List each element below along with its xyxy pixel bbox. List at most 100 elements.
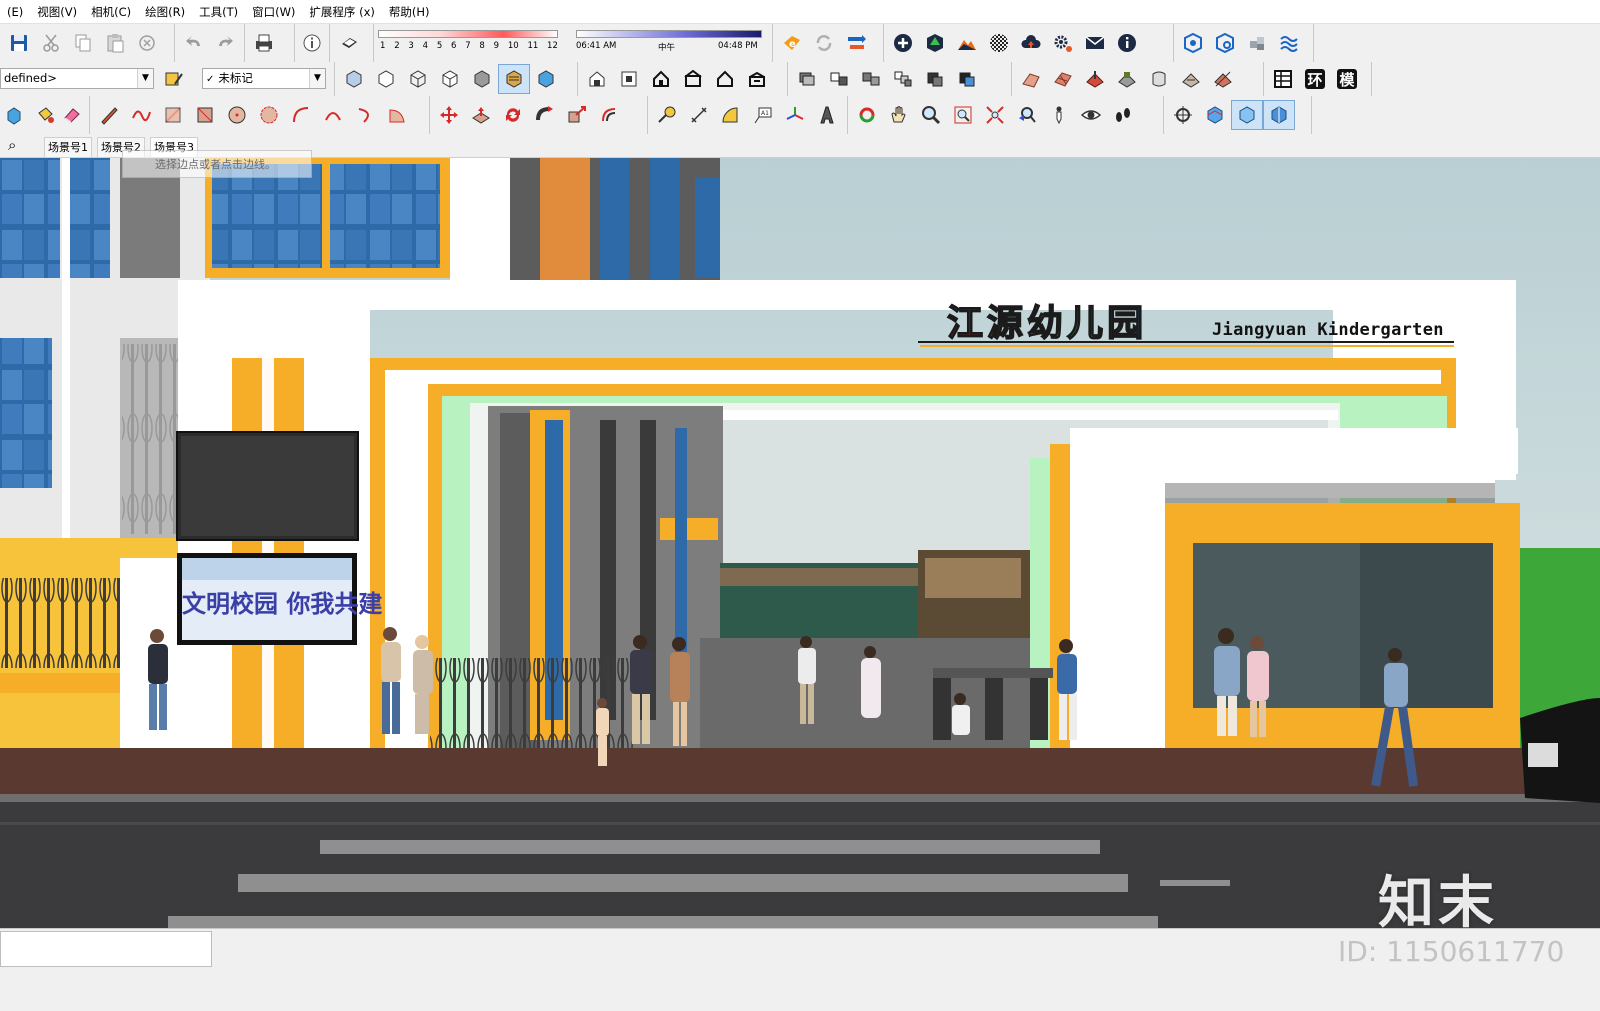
refresh-button[interactable] xyxy=(808,28,840,58)
sandbox-detail-button[interactable] xyxy=(1175,64,1207,94)
ext-gem2-button[interactable] xyxy=(1209,28,1241,58)
undo-button[interactable] xyxy=(178,28,210,58)
3d-text-button[interactable] xyxy=(811,100,843,130)
month-bar[interactable] xyxy=(378,30,558,38)
sandbox-grid-button[interactable] xyxy=(1047,64,1079,94)
zoom-extents-button[interactable] xyxy=(979,100,1011,130)
ext-e-button[interactable]: e xyxy=(776,28,808,58)
sandbox-flip-button[interactable] xyxy=(1207,64,1239,94)
delete-button[interactable] xyxy=(131,28,163,58)
component-d-button[interactable] xyxy=(887,64,919,94)
shadows-toggle-button[interactable] xyxy=(333,28,365,58)
transfer-button[interactable] xyxy=(840,28,872,58)
right-view-button[interactable] xyxy=(677,64,709,94)
shaded-button[interactable] xyxy=(466,64,498,94)
add-button[interactable] xyxy=(887,28,919,58)
monochrome-button[interactable] xyxy=(530,64,562,94)
print-button[interactable] xyxy=(248,28,280,58)
tape-measure-button[interactable] xyxy=(651,100,683,130)
offset-button[interactable] xyxy=(593,100,625,130)
env-button[interactable]: 环 xyxy=(1299,64,1331,94)
menu-draw[interactable]: 绘图(R) xyxy=(138,0,192,24)
push-pull-button[interactable] xyxy=(465,100,497,130)
paste-button[interactable] xyxy=(99,28,131,58)
component-c-button[interactable] xyxy=(855,64,887,94)
component-e-button[interactable] xyxy=(919,64,951,94)
arc2-button[interactable] xyxy=(317,100,349,130)
front-view-button[interactable] xyxy=(645,64,677,94)
section-fill-button[interactable] xyxy=(1263,100,1295,130)
wireframe-button[interactable] xyxy=(402,64,434,94)
position-camera-button[interactable] xyxy=(1043,100,1075,130)
freehand-button[interactable] xyxy=(125,100,157,130)
section-display-button[interactable] xyxy=(1199,100,1231,130)
axes-button[interactable] xyxy=(779,100,811,130)
model-info-button[interactable] xyxy=(298,28,326,58)
back-view-button[interactable] xyxy=(709,64,741,94)
text-tool-button[interactable]: A1 xyxy=(747,100,779,130)
search-icon[interactable]: ⌕ xyxy=(8,136,16,154)
ext-waves-button[interactable] xyxy=(1273,28,1305,58)
menu-window[interactable]: 窗口(W) xyxy=(245,0,302,24)
follow-me-button[interactable] xyxy=(529,100,561,130)
rotated-rect-button[interactable] xyxy=(189,100,221,130)
mail-button[interactable] xyxy=(1079,28,1111,58)
menu-tools[interactable]: 工具(T) xyxy=(192,0,245,24)
model-viewport[interactable]: 江源幼儿园 Jiangyuan Kindergarten 文明校园 你我共建 知… xyxy=(0,158,1600,928)
tag-combo[interactable]: ✓ 未标记 ▼ xyxy=(202,68,326,89)
pan-button[interactable] xyxy=(883,100,915,130)
shaded-textures-button[interactable] xyxy=(498,64,530,94)
rectangle-button[interactable] xyxy=(157,100,189,130)
look-around-button[interactable] xyxy=(1075,100,1107,130)
cut-button[interactable] xyxy=(35,28,67,58)
polygon-button[interactable] xyxy=(253,100,285,130)
left-view-button[interactable] xyxy=(741,64,773,94)
ext-blocks-button[interactable] xyxy=(1241,28,1273,58)
menu-edit[interactable]: (E) xyxy=(0,0,30,24)
sandbox-drape-button[interactable] xyxy=(1143,64,1175,94)
rotate-button[interactable] xyxy=(497,100,529,130)
settings-button[interactable] xyxy=(1047,28,1079,58)
zoom-button[interactable] xyxy=(915,100,947,130)
scale-button[interactable] xyxy=(561,100,593,130)
xray-button[interactable] xyxy=(338,64,370,94)
move-button[interactable] xyxy=(433,100,465,130)
copy-button[interactable] xyxy=(67,28,99,58)
section-cuts-button[interactable] xyxy=(1231,100,1263,130)
eraser-button[interactable] xyxy=(58,100,86,130)
hidden-line-button[interactable] xyxy=(434,64,466,94)
terrain-button[interactable] xyxy=(951,28,983,58)
menu-camera[interactable]: 相机(C) xyxy=(84,0,138,24)
circle-button[interactable] xyxy=(221,100,253,130)
about-button[interactable] xyxy=(1111,28,1143,58)
top-view-button[interactable] xyxy=(613,64,645,94)
table-button[interactable] xyxy=(1267,64,1299,94)
component-tool-button[interactable] xyxy=(3,100,31,130)
dimension-button[interactable] xyxy=(683,100,715,130)
component-a-button[interactable] xyxy=(791,64,823,94)
redo-button[interactable] xyxy=(210,28,242,58)
protractor-button[interactable] xyxy=(715,100,747,130)
pie-button[interactable] xyxy=(381,100,413,130)
layer-combo[interactable]: defined> ▼ xyxy=(0,68,154,89)
menu-help[interactable]: 帮助(H) xyxy=(382,0,437,24)
previous-view-button[interactable] xyxy=(1011,100,1043,130)
tree-button[interactable] xyxy=(919,28,951,58)
menu-extensions[interactable]: 扩展程序 (x) xyxy=(302,0,381,24)
back-edges-button[interactable] xyxy=(370,64,402,94)
shadow-time-slider[interactable]: 06:41 AM 中午 04:48 PM xyxy=(576,26,762,60)
arc-button[interactable] xyxy=(285,100,317,130)
shadow-month-slider[interactable]: 1 2 3 4 5 6 7 8 9 10 11 12 xyxy=(378,26,558,60)
arc3-button[interactable] xyxy=(349,100,381,130)
paint-bucket-button[interactable] xyxy=(31,100,59,130)
sandbox-smoove-button[interactable] xyxy=(1079,64,1111,94)
measurements-box[interactable] xyxy=(0,931,212,967)
component-b-button[interactable] xyxy=(823,64,855,94)
section-plane-button[interactable] xyxy=(1167,100,1199,130)
checker-button[interactable] xyxy=(983,28,1015,58)
line-tool-button[interactable] xyxy=(93,100,125,130)
component-f-button[interactable] xyxy=(951,64,983,94)
zoom-window-button[interactable] xyxy=(947,100,979,130)
paint-layer-button[interactable] xyxy=(158,64,190,94)
save-button[interactable] xyxy=(3,28,35,58)
